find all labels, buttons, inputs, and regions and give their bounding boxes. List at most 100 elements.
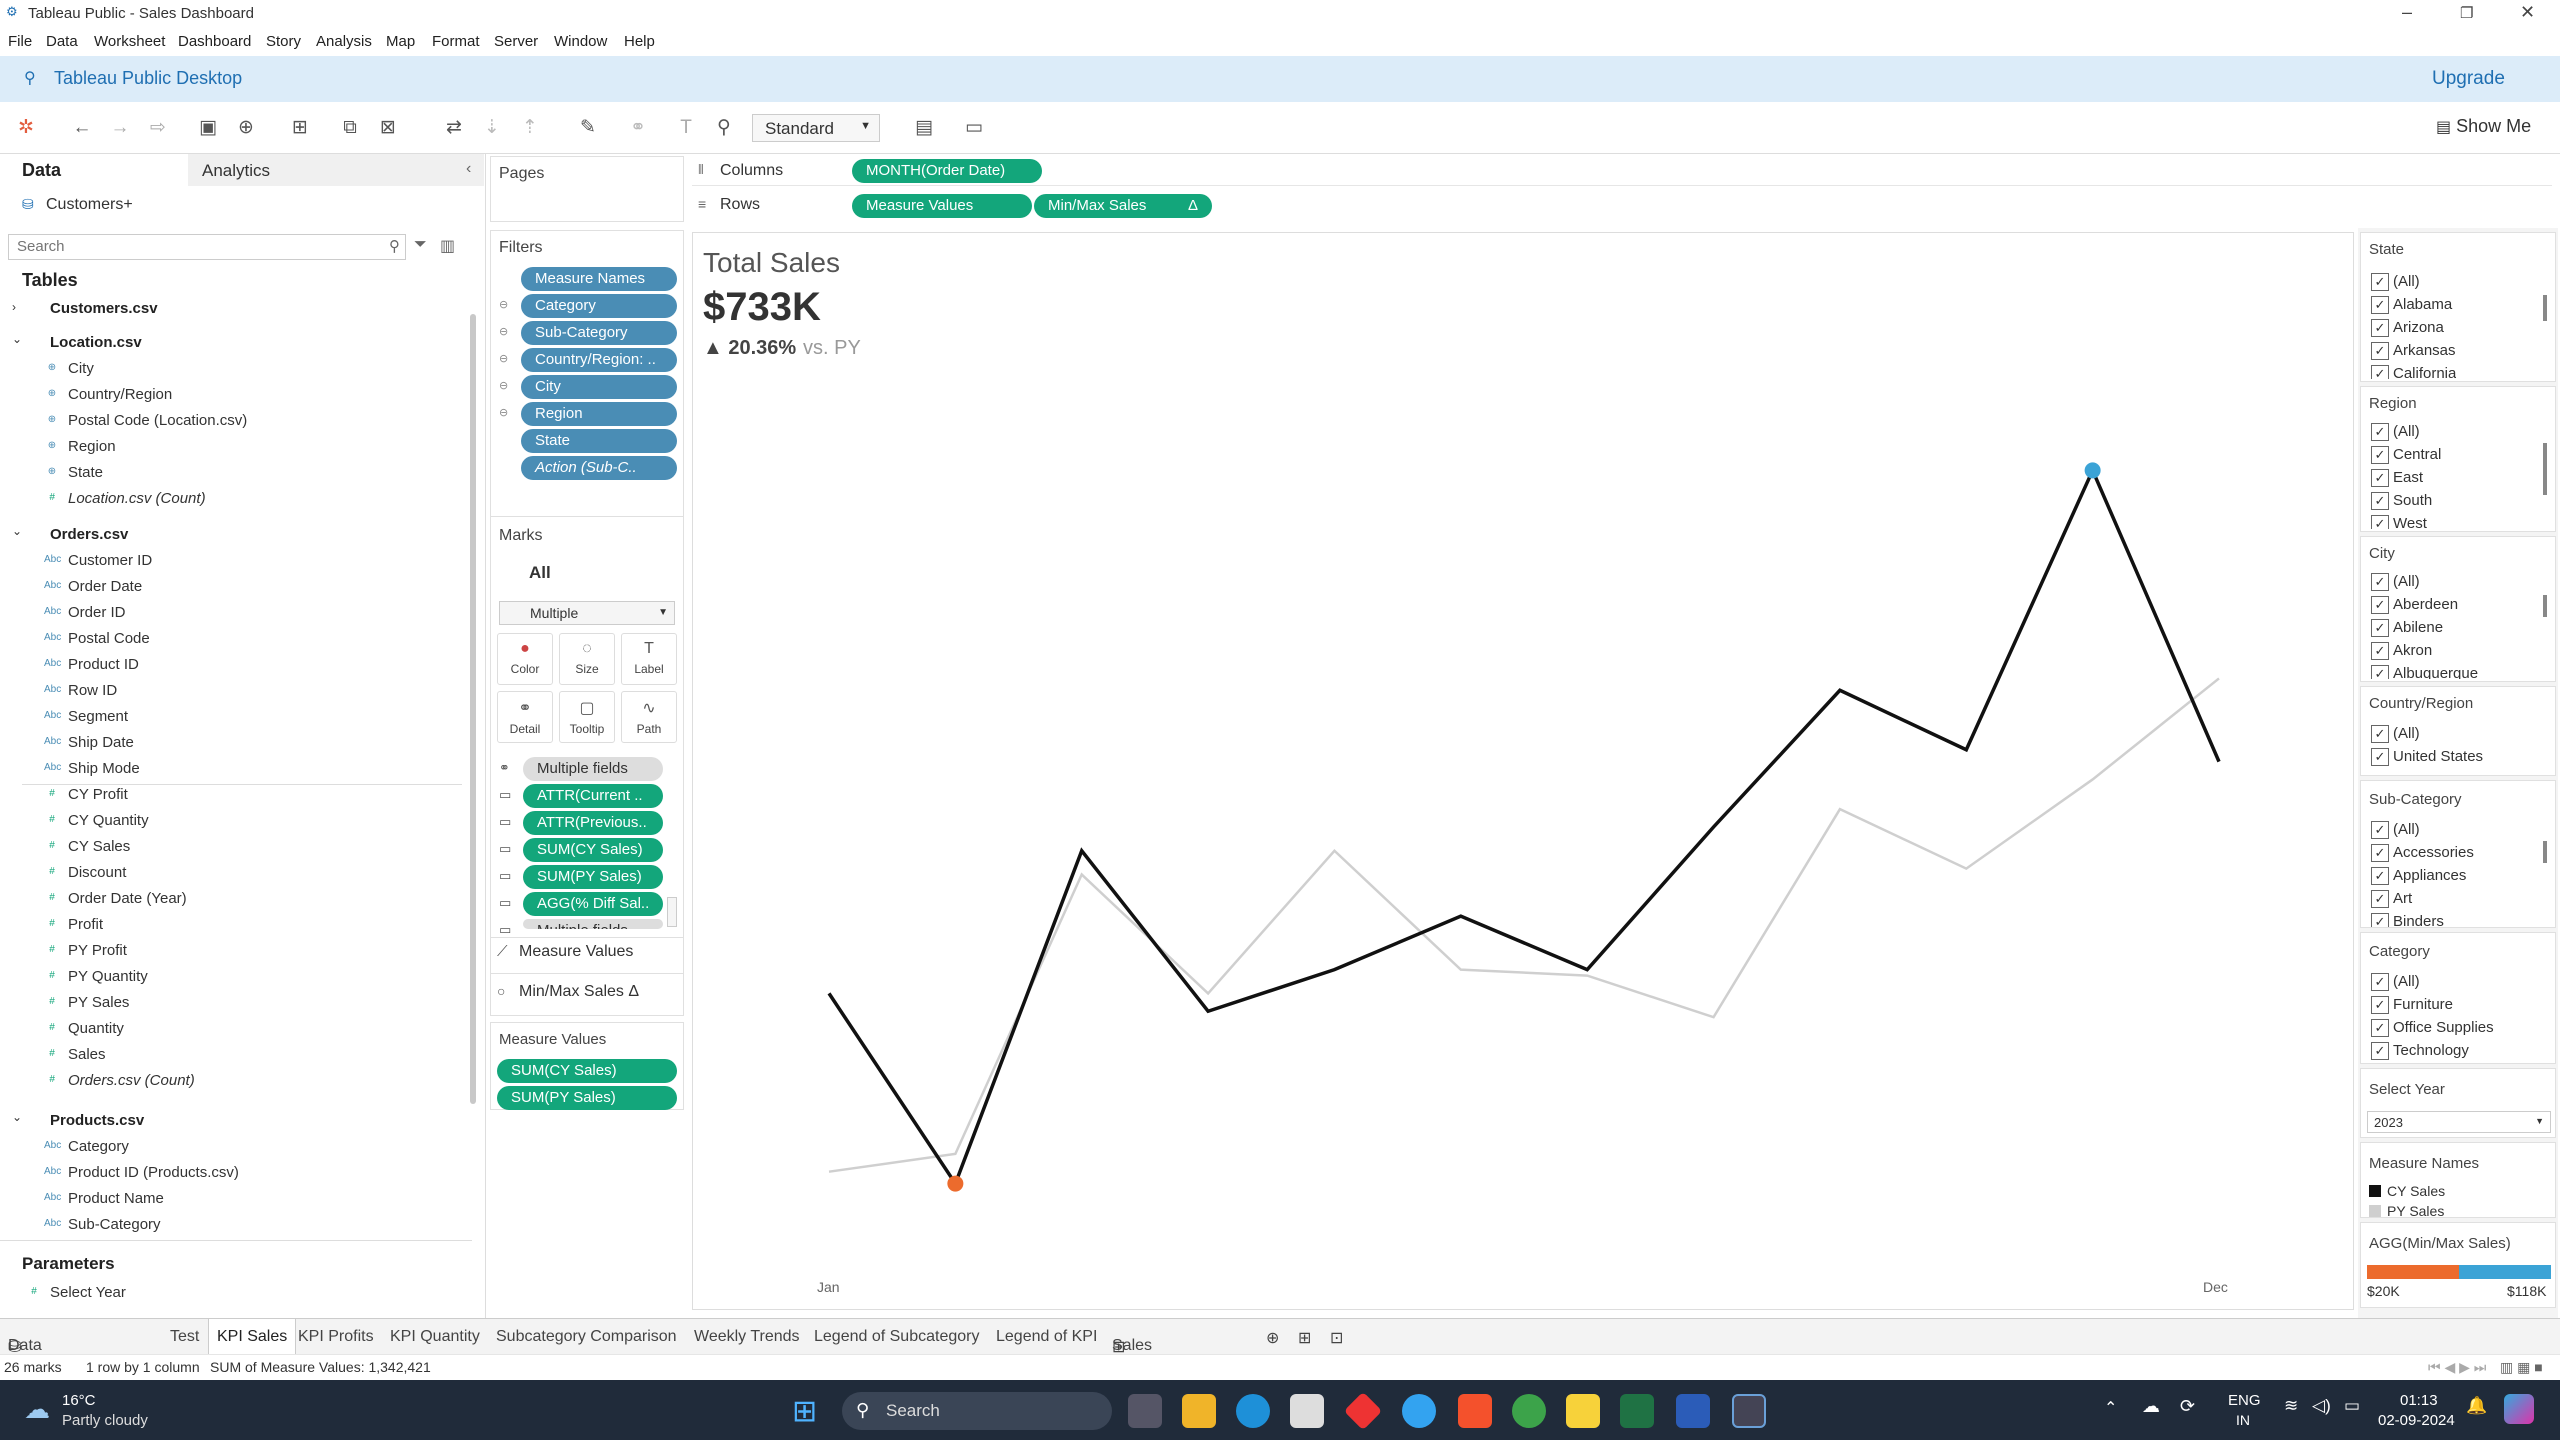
view-options-icon[interactable]: ▥ bbox=[440, 236, 455, 256]
filter-pill[interactable]: State bbox=[521, 429, 677, 453]
orders-field[interactable]: # PY Quantity bbox=[49, 968, 148, 985]
filter-pill[interactable]: Country/Region: .. bbox=[521, 348, 677, 372]
country-us[interactable]: United States bbox=[2371, 748, 2483, 766]
undo-icon[interactable]: ← bbox=[70, 116, 94, 140]
close-icon[interactable]: ✕ bbox=[2520, 2, 2535, 23]
menu-story[interactable]: Story bbox=[266, 33, 301, 50]
menu-file[interactable]: File bbox=[8, 33, 32, 50]
sort-asc-icon[interactable]: ⇣ bbox=[480, 116, 504, 140]
taskbar-search[interactable]: ⚲ Search bbox=[842, 1392, 1112, 1430]
highlight-icon[interactable]: ✎ bbox=[576, 116, 600, 140]
table-customers[interactable]: Customers.csv bbox=[50, 300, 158, 317]
region-west[interactable]: West bbox=[2371, 515, 2427, 529]
rows-pill-measure-values[interactable]: Measure Values bbox=[852, 194, 1032, 218]
search-field[interactable]: ⚲ bbox=[8, 234, 406, 260]
min-marker[interactable] bbox=[947, 1175, 964, 1192]
scrollbar[interactable] bbox=[2543, 841, 2547, 863]
marks-measure-values-tab[interactable]: Measure Values bbox=[519, 943, 633, 961]
field-postal[interactable]: ⊕ Postal Code (Location.csv) bbox=[48, 412, 247, 429]
upgrade-link[interactable]: Upgrade bbox=[2432, 68, 2505, 90]
series-line-py-sales[interactable] bbox=[828, 677, 2220, 1173]
subcat-art[interactable]: Art bbox=[2371, 890, 2412, 908]
tab-kpi-profits[interactable]: KPI Profits bbox=[298, 1328, 374, 1346]
country-all[interactable]: (All) bbox=[2371, 725, 2420, 743]
region-central[interactable]: Central bbox=[2371, 446, 2441, 464]
marks-label-button[interactable]: T Label bbox=[621, 633, 677, 685]
app-red-icon[interactable] bbox=[1343, 1391, 1383, 1431]
city-aberdeen[interactable]: Aberdeen bbox=[2371, 596, 2458, 614]
orders-field[interactable]: # PY Sales bbox=[49, 994, 129, 1011]
redo-icon[interactable]: → bbox=[108, 116, 132, 140]
battery-icon[interactable]: ▭ bbox=[2344, 1396, 2360, 1416]
state-arizona[interactable]: Arizona bbox=[2371, 319, 2444, 337]
tab-weekly-trends[interactable]: Weekly Trends bbox=[694, 1328, 800, 1346]
marks-field-pill[interactable]: Multiple fields bbox=[523, 757, 663, 781]
duplicate-icon[interactable]: ⧉ bbox=[338, 116, 362, 140]
city-all[interactable]: (All) bbox=[2371, 573, 2420, 591]
field-region[interactable]: ⊕ Region bbox=[48, 438, 116, 455]
scrollbar[interactable] bbox=[2543, 443, 2547, 495]
tab-legend-kpi[interactable]: Legend of KPI bbox=[996, 1328, 1097, 1346]
new-dashboard-icon[interactable]: ⊞ bbox=[1298, 1328, 1311, 1348]
orders-field[interactable]: Abc Ship Date bbox=[44, 734, 134, 751]
table-location[interactable]: Location.csv bbox=[50, 334, 142, 351]
marks-field-pill[interactable]: ATTR(Previous.. bbox=[523, 811, 663, 835]
category-office-supplies[interactable]: Office Supplies bbox=[2371, 1019, 2494, 1037]
region-east[interactable]: East bbox=[2371, 469, 2423, 487]
label-icon[interactable]: T bbox=[674, 116, 698, 140]
menu-map[interactable]: Map bbox=[386, 33, 415, 50]
collapse-group-icon[interactable]: ⌄ bbox=[12, 332, 22, 346]
new-datasource-icon[interactable]: ⊕ bbox=[234, 116, 258, 140]
tab-test[interactable]: Test bbox=[170, 1328, 199, 1346]
scrollbar[interactable] bbox=[2543, 595, 2547, 617]
sheet-nav-icons[interactable]: ⏮ ◀ ▶ ⏭ bbox=[2428, 1359, 2486, 1376]
orders-field[interactable]: # Sales bbox=[49, 1046, 105, 1063]
max-marker[interactable] bbox=[2084, 462, 2101, 479]
orders-field[interactable]: # Orders.csv (Count) bbox=[49, 1072, 194, 1089]
maximize-icon[interactable]: ❐ bbox=[2460, 4, 2473, 22]
scrollbar[interactable] bbox=[667, 897, 677, 927]
orders-field[interactable]: Abc Order Date bbox=[44, 578, 142, 595]
datasource-name[interactable]: Customers+ bbox=[46, 196, 133, 214]
search-input[interactable] bbox=[9, 235, 369, 257]
wifi-icon[interactable]: ≋ bbox=[2284, 1396, 2298, 1416]
columns-shelf[interactable]: ⦀ Columns MONTH(Order Date) bbox=[692, 156, 2552, 186]
filter-pill[interactable]: Action (Sub-C.. bbox=[521, 456, 677, 480]
orders-field[interactable]: Abc Product ID bbox=[44, 656, 139, 673]
table-products[interactable]: Products.csv bbox=[50, 1112, 144, 1129]
volume-icon[interactable]: ◁) bbox=[2312, 1396, 2331, 1416]
orders-field[interactable]: Abc Order ID bbox=[44, 604, 126, 621]
marks-path-button[interactable]: ∿ Path bbox=[621, 691, 677, 743]
marks-field-pill[interactable]: AGG(% Diff Sal.. bbox=[523, 892, 663, 916]
show-me-button[interactable]: ▤ Show Me bbox=[2436, 116, 2531, 137]
field-product-name[interactable]: Abc Product Name bbox=[44, 1190, 164, 1207]
scrollbar[interactable] bbox=[2543, 295, 2547, 321]
orders-field[interactable]: Abc Ship Mode bbox=[44, 760, 140, 777]
filter-pill[interactable]: Sub-Category bbox=[521, 321, 677, 345]
replay-icon[interactable]: ⇨ bbox=[146, 116, 170, 140]
edge-icon[interactable] bbox=[1236, 1394, 1270, 1428]
menu-analysis[interactable]: Analysis bbox=[316, 33, 372, 50]
minimize-icon[interactable]: – bbox=[2402, 2, 2412, 23]
chrome-icon[interactable] bbox=[1512, 1394, 1546, 1428]
new-story-icon[interactable]: ⊡ bbox=[1330, 1328, 1343, 1348]
sticky-notes-icon[interactable] bbox=[1566, 1394, 1600, 1428]
marks-detail-button[interactable]: ⚭ Detail bbox=[497, 691, 553, 743]
clock-time[interactable]: 01:13 bbox=[2400, 1392, 2438, 1409]
marks-color-button[interactable]: ● Color bbox=[497, 633, 553, 685]
new-worksheet-icon[interactable]: ⊕ bbox=[1266, 1328, 1279, 1348]
field-category[interactable]: Abc Category bbox=[44, 1138, 129, 1155]
legend-cy[interactable]: CY Sales bbox=[2387, 1183, 2445, 1199]
marks-minmax-tab[interactable]: Min/Max Sales Δ bbox=[519, 983, 639, 1001]
field-city[interactable]: ⊕ City bbox=[48, 360, 94, 377]
field-state[interactable]: ⊕ State bbox=[48, 464, 103, 481]
subcat-binders[interactable]: Binders bbox=[2371, 913, 2444, 927]
region-all[interactable]: (All) bbox=[2371, 423, 2420, 441]
filter-pill[interactable]: City bbox=[521, 375, 677, 399]
menu-data[interactable]: Data bbox=[46, 33, 78, 50]
filter-icon[interactable]: ⏷ bbox=[414, 236, 427, 254]
excel-icon[interactable] bbox=[1620, 1394, 1654, 1428]
tableau-taskbar-icon[interactable] bbox=[1732, 1394, 1766, 1428]
show-cards-icon[interactable]: ▤ bbox=[912, 116, 936, 140]
filter-pill[interactable]: Region bbox=[521, 402, 677, 426]
